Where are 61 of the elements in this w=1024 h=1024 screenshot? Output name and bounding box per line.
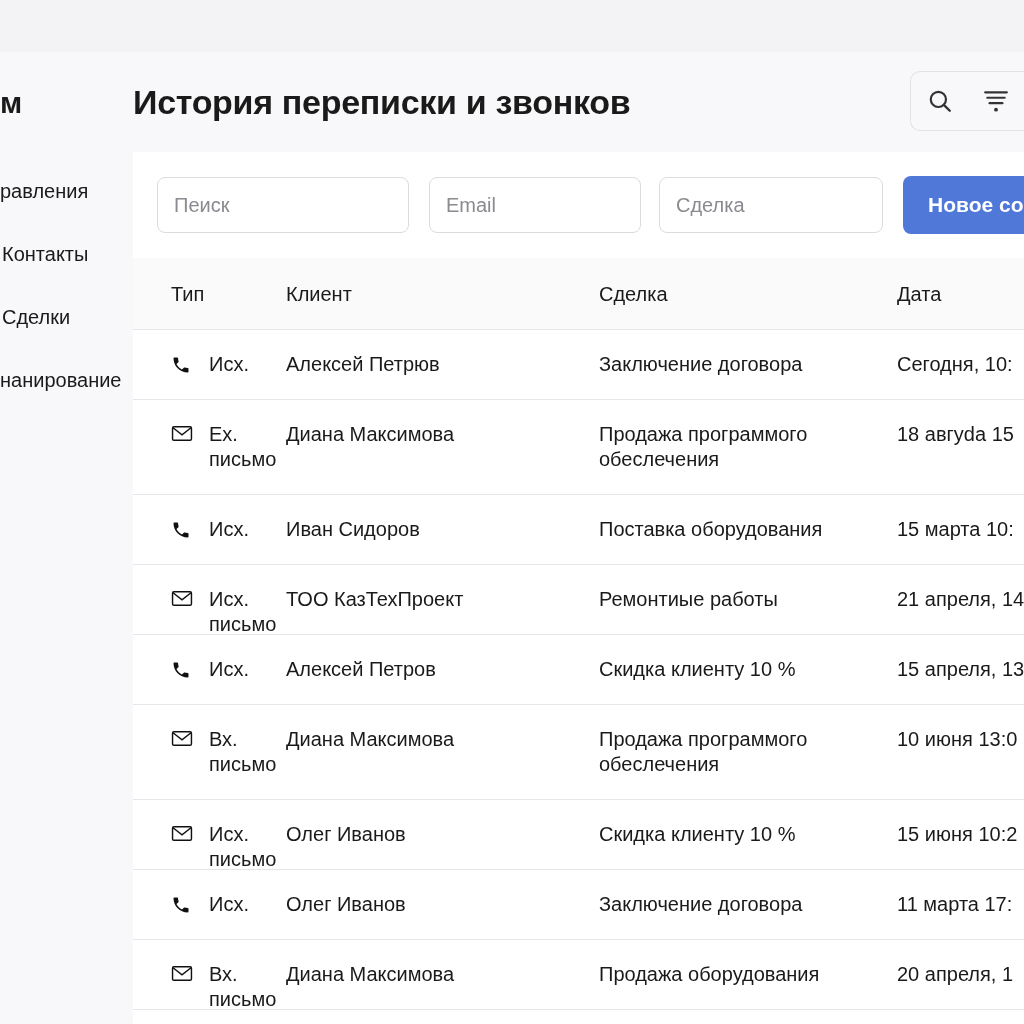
client-cell-text: Иван Сидоров xyxy=(286,517,421,542)
date-cell-text: Сегодня, 10: xyxy=(897,352,1014,377)
date-cell-text: 20 апреля, 1 xyxy=(897,962,1015,987)
type-cell-text: Исх. xyxy=(209,352,250,377)
client-cell-text: Диана Максимова xyxy=(286,727,456,752)
envelope-icon xyxy=(171,825,193,843)
filter-field[interactable]: Пеиск xyxy=(157,177,409,233)
envelope-icon xyxy=(171,965,193,983)
client-cell-text: ТОО КазТехПроект xyxy=(286,587,465,612)
type-cell-text: Исх. письмо xyxy=(209,822,278,872)
date-cell-text: 10 июня 13:0 xyxy=(897,727,1019,752)
deal-cell-text: Скидка клиенту 10 % xyxy=(599,822,797,847)
sidebar-item[interactable]: Контакты xyxy=(0,242,133,266)
deal-cell-text: Продажа программого обеслечения xyxy=(599,727,809,777)
filter-field[interactable]: Email xyxy=(429,177,641,233)
type-cell-text: Вх. письмо xyxy=(209,962,278,1012)
client-cell-text: Алексей Петров xyxy=(286,657,437,682)
app-logo: м xyxy=(0,86,23,120)
page-title: История переписки и звонков xyxy=(133,82,631,122)
date-cell: 15 апреля, 13 xyxy=(897,657,1024,682)
column-header: Сделка xyxy=(599,282,669,307)
deal-cell-text: Заключение договора xyxy=(599,352,804,377)
search-icon[interactable] xyxy=(927,88,953,114)
type-cell-text: Исх. xyxy=(209,517,250,542)
client-cell-text: Олег Иванов xyxy=(286,822,407,847)
client-cell-text: Диана Максимова xyxy=(286,422,456,447)
client-cell-text: Диана Максимова xyxy=(286,962,456,987)
type-cell-text: Исх. письмо xyxy=(209,587,278,637)
phone-icon xyxy=(171,895,191,915)
type-cell-text: Вх. письмо xyxy=(209,727,278,777)
type-cell-text: Исх. xyxy=(209,892,250,917)
date-cell-text: 18 авгуda 15 xyxy=(897,422,1015,447)
sidebar-item[interactable]: Сделки xyxy=(0,305,133,329)
phone-icon xyxy=(171,660,191,680)
client-cell-text: Олег Иванов xyxy=(286,892,407,917)
type-cell-text: Исх. xyxy=(209,657,250,682)
deal-cell-text: Ремонтиые работы xyxy=(599,587,779,612)
date-cell-text: 15 марта 10: xyxy=(897,517,1015,542)
envelope-icon xyxy=(171,590,193,608)
column-header: Дата xyxy=(897,282,943,307)
deal-cell-text: Продажа оборудования xyxy=(599,962,821,987)
type-cell-text: Ех. письмо xyxy=(209,422,278,472)
new-message-button[interactable]: Новое со xyxy=(903,176,1024,234)
envelope-icon xyxy=(171,425,193,443)
deal-cell-text: Продажа программого обеслечения xyxy=(599,422,809,472)
column-header: Клиент xyxy=(286,282,353,307)
sidebar-item[interactable]: нанирование xyxy=(0,368,133,392)
filter-field[interactable]: Сделка xyxy=(659,177,883,233)
deal-cell-text: Скидка клиенту 10 % xyxy=(599,657,797,682)
date-cell-text: 11 марта 17: xyxy=(897,892,1014,917)
client-cell-text: Алексей Петрюв xyxy=(286,352,441,377)
date-cell-text: 15 июня 10:2 xyxy=(897,822,1019,847)
envelope-icon xyxy=(171,730,193,748)
phone-icon xyxy=(171,355,191,375)
phone-icon xyxy=(171,520,191,540)
sidebar-item[interactable]: равления xyxy=(0,179,133,203)
date-cell: 21 апреля, 14 xyxy=(897,587,1024,612)
filter-icon[interactable] xyxy=(983,88,1009,114)
column-header: Тип xyxy=(171,282,206,307)
deal-cell-text: Заключение договора xyxy=(599,892,804,917)
deal-cell-text: Поставка оборудования xyxy=(599,517,824,542)
